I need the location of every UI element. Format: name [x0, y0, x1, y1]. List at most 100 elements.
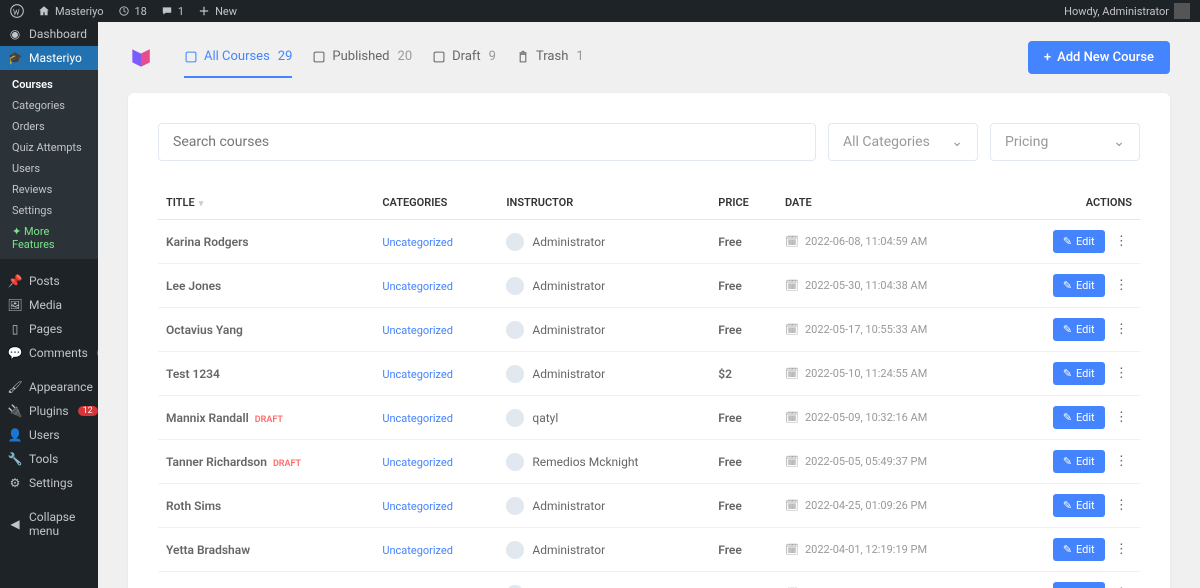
sidebar-item-settings[interactable]: ⚙Settings — [0, 471, 98, 495]
sidebar-item-users[interactable]: 👤Users — [0, 423, 98, 447]
edit-button[interactable]: ✎Edit — [1053, 538, 1105, 561]
new-content[interactable]: New — [198, 5, 237, 18]
more-actions-button[interactable]: ⋮ — [1111, 362, 1132, 385]
more-actions-button[interactable]: ⋮ — [1111, 230, 1132, 253]
sidebar-item-media[interactable]: 🖼Media — [0, 293, 98, 317]
submenu-quiz-attempts[interactable]: Quiz Attempts — [0, 137, 98, 158]
sidebar-item-dashboard[interactable]: ◉Dashboard — [0, 22, 98, 46]
date-value: 2022-05-05, 05:49:37 PM — [805, 455, 927, 468]
table-row: Brandon Banks Uncategorized Administrato… — [158, 572, 1140, 588]
submenu-orders[interactable]: Orders — [0, 116, 98, 137]
edit-button[interactable]: ✎Edit — [1053, 318, 1105, 341]
edit-button[interactable]: ✎Edit — [1053, 450, 1105, 473]
sidebar-item-plugins[interactable]: 🔌Plugins12 — [0, 399, 98, 423]
sidebar-item-posts[interactable]: 📌Posts — [0, 269, 98, 293]
wp-logo[interactable] — [10, 4, 24, 18]
submenu-reviews[interactable]: Reviews — [0, 179, 98, 200]
th-date: DATE — [777, 186, 1004, 220]
course-title[interactable]: Yetta Bradshaw — [158, 528, 374, 572]
instructor-name: Administrator — [532, 323, 605, 337]
edit-button[interactable]: ✎Edit — [1053, 230, 1105, 253]
main-content: All Courses29 Published20 Draft9 Trash1 … — [98, 22, 1200, 588]
sidebar-collapse[interactable]: ◀Collapse menu — [0, 505, 98, 543]
th-actions: ACTIONS — [1004, 186, 1140, 220]
calendar-icon: 🗓 — [785, 367, 799, 380]
pencil-icon: ✎ — [1063, 543, 1072, 556]
comments-count[interactable]: 1 — [161, 5, 184, 18]
more-actions-button[interactable]: ⋮ — [1111, 450, 1132, 473]
more-actions-button[interactable]: ⋮ — [1111, 406, 1132, 429]
more-actions-button[interactable]: ⋮ — [1111, 318, 1132, 341]
category-link[interactable]: Uncategorized — [382, 324, 453, 337]
edit-button[interactable]: ✎Edit — [1053, 274, 1105, 297]
chevron-down-icon: ⌄ — [951, 134, 963, 150]
tab-published[interactable]: Published20 — [312, 37, 412, 78]
calendar-icon: 🗓 — [785, 499, 799, 512]
user-icon: 👤 — [8, 428, 22, 442]
date-value: 2022-05-30, 11:04:38 AM — [805, 279, 927, 292]
course-title[interactable]: Roth Sims — [158, 484, 374, 528]
search-input[interactable] — [158, 123, 816, 161]
submenu-courses[interactable]: Courses — [0, 74, 98, 95]
graduation-icon: 🎓 — [8, 51, 22, 65]
submenu-users[interactable]: Users — [0, 158, 98, 179]
course-title[interactable]: Octavius Yang — [158, 308, 374, 352]
sidebar-item-appearance[interactable]: 🖌Appearance — [0, 375, 98, 399]
wrench-icon: 🔧 — [8, 452, 22, 466]
instructor-avatar-icon — [506, 277, 524, 295]
calendar-icon: 🗓 — [785, 411, 799, 424]
course-title[interactable]: Lee Jones — [158, 264, 374, 308]
edit-button[interactable]: ✎Edit — [1053, 494, 1105, 517]
tab-trash[interactable]: Trash1 — [516, 37, 584, 78]
th-title[interactable]: TITLE▾ — [158, 186, 374, 220]
plus-icon: + — [1044, 50, 1051, 65]
tab-all-courses[interactable]: All Courses29 — [184, 37, 292, 78]
date-value: 2022-06-08, 11:04:59 AM — [805, 235, 927, 248]
categories-filter[interactable]: All Categories⌄ — [828, 123, 978, 161]
submenu-settings[interactable]: Settings — [0, 200, 98, 221]
submenu-categories[interactable]: Categories — [0, 95, 98, 116]
edit-button[interactable]: ✎Edit — [1053, 362, 1105, 385]
chevron-down-icon: ⌄ — [1113, 134, 1125, 150]
sidebar-item-tools[interactable]: 🔧Tools — [0, 447, 98, 471]
admin-sidebar: ◉Dashboard 🎓Masteriyo Courses Categories… — [0, 22, 98, 588]
course-title[interactable]: Mannix RandallDRAFT — [158, 396, 374, 440]
edit-button[interactable]: ✎Edit — [1053, 406, 1105, 429]
draft-badge: DRAFT — [273, 459, 301, 469]
site-home[interactable]: Masteriyo — [38, 5, 104, 18]
table-row: Karina Rodgers Uncategorized Administrat… — [158, 220, 1140, 264]
category-link[interactable]: Uncategorized — [382, 544, 453, 557]
more-actions-button[interactable]: ⋮ — [1111, 494, 1132, 517]
add-new-course-button[interactable]: +Add New Course — [1028, 41, 1170, 74]
submenu-more-features[interactable]: ✦ More Features — [0, 221, 98, 255]
sidebar-item-comments[interactable]: 💬Comments1 — [0, 341, 98, 365]
category-link[interactable]: Uncategorized — [382, 456, 453, 469]
category-link[interactable]: Uncategorized — [382, 280, 453, 293]
edit-button[interactable]: ✎Edit — [1053, 582, 1105, 588]
tab-draft[interactable]: Draft9 — [432, 37, 496, 78]
course-title[interactable]: Test 1234 — [158, 352, 374, 396]
course-title[interactable]: Brandon Banks — [158, 572, 374, 588]
price: Free — [710, 220, 777, 264]
instructor-name: Administrator — [532, 367, 605, 381]
more-actions-button[interactable]: ⋮ — [1111, 274, 1132, 297]
more-actions-button[interactable]: ⋮ — [1111, 538, 1132, 561]
category-link[interactable]: Uncategorized — [382, 500, 453, 513]
category-link[interactable]: Uncategorized — [382, 412, 453, 425]
sidebar-item-pages[interactable]: ▯Pages — [0, 317, 98, 341]
table-row: Tanner RichardsonDRAFT Uncategorized Rem… — [158, 440, 1140, 484]
howdy-user[interactable]: Howdy, Administrator — [1064, 3, 1190, 19]
category-link[interactable]: Uncategorized — [382, 236, 453, 249]
course-title[interactable]: Tanner RichardsonDRAFT — [158, 440, 374, 484]
sidebar-item-masteriyo[interactable]: 🎓Masteriyo — [0, 46, 98, 70]
course-title[interactable]: Karina Rodgers — [158, 220, 374, 264]
pricing-filter[interactable]: Pricing⌄ — [990, 123, 1140, 161]
plugin-icon: 🔌 — [8, 404, 22, 418]
more-actions-button[interactable]: ⋮ — [1111, 582, 1132, 588]
pin-icon: 📌 — [8, 274, 22, 288]
pencil-icon: ✎ — [1063, 323, 1072, 336]
updates-count[interactable]: 18 — [118, 5, 147, 18]
instructor-avatar-icon — [506, 365, 524, 383]
category-link[interactable]: Uncategorized — [382, 368, 453, 381]
price: Free — [710, 528, 777, 572]
